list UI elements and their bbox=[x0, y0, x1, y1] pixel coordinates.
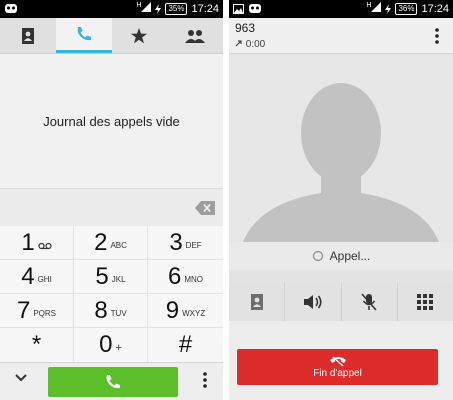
key-digit: 0 bbox=[99, 331, 113, 358]
status-bar: H 35% 17:24 bbox=[0, 0, 223, 18]
call-header: 963 0:00 bbox=[229, 18, 453, 54]
key-letters: + bbox=[115, 342, 122, 354]
dialer-tabbar bbox=[0, 18, 223, 54]
key-3[interactable]: 3 DEF bbox=[148, 226, 223, 260]
backspace-icon[interactable] bbox=[195, 201, 215, 215]
call-button[interactable] bbox=[48, 367, 178, 397]
key-6[interactable]: 6 MNO bbox=[148, 260, 223, 294]
hang-up-icon bbox=[329, 356, 346, 367]
key-2[interactable]: 2 ABC bbox=[74, 226, 148, 260]
key-8[interactable]: 8 TUV bbox=[74, 294, 148, 328]
contacts-icon bbox=[21, 27, 34, 44]
group-icon bbox=[185, 29, 206, 43]
charging-icon bbox=[155, 3, 162, 14]
key-letters: GHI bbox=[37, 275, 52, 284]
call-status-text: Appel... bbox=[329, 249, 371, 263]
end-call-button[interactable]: Fin d'appel bbox=[237, 349, 438, 385]
key-digit: 7 bbox=[16, 296, 31, 324]
person-silhouette-icon bbox=[243, 83, 439, 242]
signal-icon: H bbox=[366, 2, 382, 15]
dialpad-button[interactable] bbox=[398, 283, 453, 321]
charging-icon bbox=[385, 3, 392, 14]
key-5[interactable]: 5 JKL bbox=[74, 260, 148, 294]
key-letters: MNO bbox=[184, 275, 204, 284]
in-call-actions bbox=[229, 283, 453, 321]
status-bar: H 36% 17:24 bbox=[229, 0, 453, 18]
key-4[interactable]: 4 GHI bbox=[0, 260, 74, 294]
mute-mic-icon bbox=[361, 293, 377, 311]
voicemail-icon bbox=[38, 242, 52, 249]
key-digit: # bbox=[178, 331, 193, 358]
key-digit: 3 bbox=[169, 228, 183, 256]
speaker-button[interactable] bbox=[285, 283, 342, 321]
phone-icon bbox=[77, 27, 91, 41]
key-9[interactable]: 9 WXYZ bbox=[148, 294, 223, 328]
outgoing-call-icon bbox=[235, 40, 242, 47]
key-1[interactable]: 1 bbox=[0, 226, 74, 260]
key-letters: WXYZ bbox=[182, 309, 206, 318]
end-call-label: Fin d'appel bbox=[313, 368, 362, 379]
key-digit: * bbox=[31, 331, 42, 358]
key-digit: 2 bbox=[94, 228, 108, 256]
battery-indicator: 35% bbox=[165, 2, 188, 15]
dialpad: 1 2 ABC 3 DEF 4 GHI 5 JKL 6 MNO 7 PQRS 8 TUV 9W… bbox=[0, 226, 223, 362]
call-duration: 0:00 bbox=[235, 39, 265, 50]
contact-photo-placeholder bbox=[229, 55, 453, 242]
clock: 17:24 bbox=[191, 2, 219, 15]
chevron-down-icon[interactable] bbox=[14, 373, 28, 383]
battery-indicator: 36% bbox=[395, 2, 418, 15]
phone-icon bbox=[106, 375, 120, 389]
key-digit: 1 bbox=[21, 228, 35, 256]
clock: 17:24 bbox=[421, 2, 449, 15]
in-call-screen: H 36% 17:24 963 0:00 Appel... Fin d'appe… bbox=[229, 0, 453, 400]
overflow-menu-icon[interactable] bbox=[435, 28, 439, 44]
contacts-icon bbox=[250, 294, 263, 310]
key-digit: 6 bbox=[167, 262, 182, 290]
star-icon bbox=[131, 27, 148, 43]
signal-icon: H bbox=[136, 2, 152, 15]
dialpad-icon bbox=[417, 294, 434, 310]
tab-groups[interactable] bbox=[167, 18, 223, 53]
key-digit: 9 bbox=[165, 296, 180, 324]
key-letters: JKL bbox=[111, 275, 126, 284]
dialer-bottom-bar bbox=[0, 362, 223, 400]
tab-favorites[interactable] bbox=[112, 18, 168, 53]
dialer-screen: H 35% 17:24 Journal des appels vide 1 2A… bbox=[0, 0, 223, 400]
key-star[interactable]: * bbox=[0, 328, 74, 362]
key-letters: PQRS bbox=[33, 309, 57, 318]
image-icon bbox=[233, 3, 244, 14]
digits-field[interactable] bbox=[0, 188, 223, 226]
mute-button[interactable] bbox=[342, 283, 398, 321]
call-log-empty: Journal des appels vide bbox=[0, 55, 223, 188]
loading-spinner-icon bbox=[312, 250, 323, 262]
key-digit: 5 bbox=[95, 262, 109, 290]
cyanogen-icon bbox=[249, 4, 261, 13]
key-7[interactable]: 7 PQRS bbox=[0, 294, 74, 328]
key-letters: DEF bbox=[185, 241, 202, 250]
contacts-button[interactable] bbox=[229, 283, 286, 321]
empty-log-text: Journal des appels vide bbox=[43, 114, 180, 129]
tab-contacts[interactable] bbox=[0, 18, 56, 53]
key-digit: 8 bbox=[94, 296, 108, 324]
end-call-area: Fin d'appel bbox=[229, 321, 453, 400]
speaker-icon bbox=[303, 295, 322, 309]
tab-phone[interactable] bbox=[55, 18, 112, 53]
key-0[interactable]: 0 + bbox=[74, 328, 148, 362]
cyanogen-icon bbox=[5, 4, 17, 13]
call-status: Appel... bbox=[229, 242, 453, 270]
key-letters: ABC bbox=[110, 241, 127, 250]
key-hash[interactable]: # bbox=[148, 328, 223, 362]
key-digit: 4 bbox=[21, 262, 35, 290]
duration-value: 0:00 bbox=[245, 39, 266, 50]
key-letters: TUV bbox=[110, 309, 127, 318]
caller-number: 963 bbox=[235, 21, 256, 35]
overflow-menu-icon[interactable] bbox=[203, 372, 207, 388]
